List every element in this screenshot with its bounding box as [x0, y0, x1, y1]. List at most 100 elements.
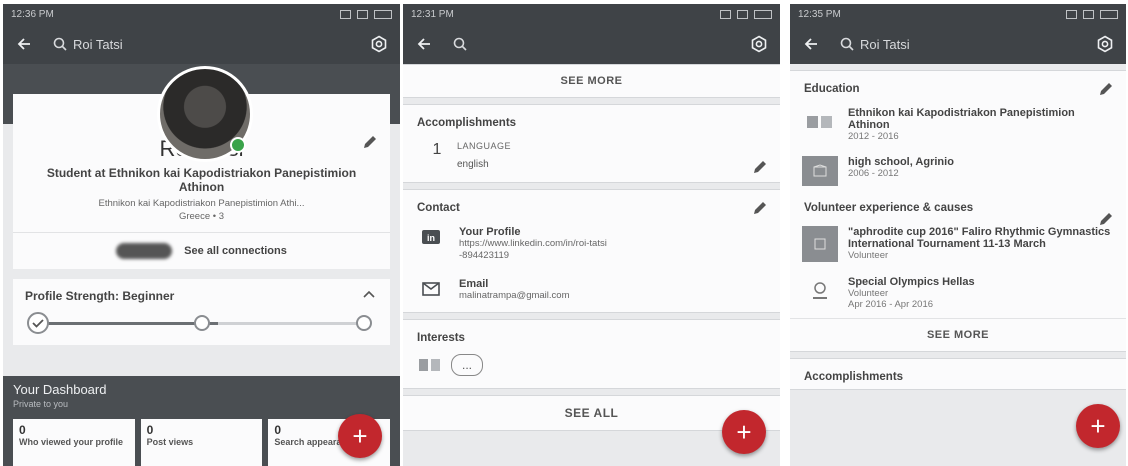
- search-icon: [53, 37, 67, 51]
- toolbar: [403, 24, 780, 64]
- university-logo-icon: [802, 107, 838, 137]
- edit-pencil-icon[interactable]: [752, 200, 768, 216]
- settings-gear-icon[interactable]: [368, 33, 390, 55]
- profile-location: Greece • 3: [178, 211, 225, 222]
- see-more-link[interactable]: SEE MORE: [403, 65, 780, 97]
- accomplishment-count: 1: [432, 141, 442, 158]
- volunteer-dates: Apr 2016 - Apr 2016: [848, 299, 934, 310]
- stat-label: Post views: [146, 437, 194, 447]
- volunteer-title: Volunteer experience & causes: [804, 202, 974, 214]
- status-bar: 12:36 PM: [3, 4, 400, 24]
- stat-tile[interactable]: 0 Post views: [140, 419, 263, 466]
- toolbar: Roi Tatsi: [3, 24, 400, 64]
- edit-pencil-icon[interactable]: [362, 134, 378, 150]
- add-fab-button[interactable]: +: [1076, 404, 1120, 448]
- connections-count-blurred: [116, 243, 173, 259]
- education-school: high school, Agrinio: [848, 156, 954, 168]
- education-dates: 2012 - 2016: [848, 131, 899, 142]
- stat-tile[interactable]: 0 Who viewed your profile: [13, 419, 135, 466]
- search-icon: [840, 37, 854, 51]
- accomplishment-language-row[interactable]: 1 LANGUAGE english: [403, 135, 780, 182]
- strength-marker-icon: [356, 315, 372, 331]
- check-circle-icon: [27, 312, 49, 334]
- dashboard-stats: 0 Who viewed your profile 0 Post views 0…: [13, 419, 391, 466]
- dashboard-subtitle: Private to you: [13, 399, 69, 409]
- school-logo-icon: [802, 156, 838, 186]
- back-arrow-icon[interactable]: [800, 33, 822, 55]
- strength-marker-icon: [194, 315, 211, 331]
- contact-profile-url[interactable]: https://www.linkedin.com/in/roi-tatsi: [459, 238, 607, 250]
- contact-email-value[interactable]: malinatrampa@gmail.com: [459, 290, 569, 302]
- accomplishment-value: english: [457, 159, 489, 170]
- settings-gear-icon[interactable]: [748, 33, 770, 55]
- envelope-icon: [417, 278, 445, 297]
- status-icons: [1066, 9, 1118, 19]
- search-icon: [453, 37, 467, 51]
- contact-profile-title: Your Profile: [459, 226, 521, 238]
- see-connections-link[interactable]: See all connections: [184, 245, 287, 257]
- back-arrow-icon[interactable]: [13, 33, 35, 55]
- online-status-dot: [229, 137, 246, 153]
- status-time: 12:36 PM: [11, 8, 54, 20]
- stat-label: Who viewed your profile: [19, 437, 124, 447]
- edit-pencil-icon[interactable]: [1098, 211, 1114, 227]
- profile-strength-card: Profile Strength: Beginner: [13, 279, 390, 345]
- volunteer-item[interactable]: "aphrodite cup 2016" Faliro Rhythmic Gym…: [790, 220, 1126, 270]
- profile-screen-bottom: 12:35 PM Roi Tatsi Education Ethnikon ka…: [790, 4, 1126, 466]
- university-logo-icon[interactable]: [417, 356, 443, 374]
- education-item[interactable]: Ethnikon kai Kapodistriakon Panepistimio…: [790, 101, 1126, 150]
- profile-strength-meter: [25, 312, 378, 334]
- profile-headline: Student at Ethnikon kai Kapodistriakon P…: [46, 166, 357, 194]
- dashboard-section: Your Dashboard Private to you 0 Who view…: [3, 376, 400, 466]
- profile-strength-title: Profile Strength: Beginner: [25, 289, 175, 303]
- accomplishments-card: Accomplishments: [790, 358, 1126, 390]
- volunteer-role: Volunteer: [848, 250, 889, 261]
- volunteer-organization: Special Olympics Hellas: [848, 276, 975, 288]
- contact-email-row[interactable]: Email malinatrampa@gmail.com: [403, 272, 780, 312]
- profile-strength-fill: [37, 322, 218, 325]
- special-olympics-logo-icon: [802, 276, 838, 306]
- search-text: Roi Tatsi: [860, 36, 910, 52]
- contact-profile-url-cont[interactable]: -894423119: [459, 250, 607, 262]
- organization-logo-icon: [802, 226, 838, 262]
- dashboard-title: Your Dashboard: [13, 382, 107, 397]
- add-fab-button[interactable]: +: [722, 410, 766, 454]
- search-text: Roi Tatsi: [73, 36, 123, 52]
- accomplishment-label: LANGUAGE: [457, 141, 512, 151]
- status-icons: [340, 9, 392, 19]
- education-item[interactable]: high school, Agrinio 2006 - 2012: [790, 150, 1126, 194]
- see-more-card: SEE MORE: [403, 64, 780, 98]
- education-dates: 2006 - 2012: [848, 168, 899, 179]
- see-more-link[interactable]: SEE MORE: [790, 318, 1126, 351]
- profile-school: Ethnikon kai Kapodistriakon Panepistimio…: [98, 198, 305, 209]
- avatar[interactable]: [156, 66, 253, 162]
- volunteer-organization: "aphrodite cup 2016" Faliro Rhythmic Gym…: [848, 226, 1111, 250]
- edit-pencil-icon[interactable]: [1098, 81, 1114, 97]
- settings-gear-icon[interactable]: [1094, 33, 1116, 55]
- back-arrow-icon[interactable]: [413, 33, 435, 55]
- see-connections-row[interactable]: See all connections: [13, 232, 390, 269]
- accomplishments-title: Accomplishments: [417, 117, 517, 129]
- education-title: Education: [804, 83, 860, 95]
- contact-profile-row[interactable]: in Your Profile https://www.linkedin.com…: [403, 220, 780, 272]
- interests-row: ...: [403, 350, 780, 388]
- profile-screen-top: 12:36 PM Roi Tatsi Roi Tatsi Student at …: [3, 4, 400, 466]
- add-fab-button[interactable]: +: [338, 414, 382, 458]
- toolbar: Roi Tatsi: [790, 24, 1126, 64]
- education-school: Ethnikon kai Kapodistriakon Panepistimio…: [848, 107, 1075, 131]
- search-bar[interactable]: Roi Tatsi: [840, 37, 1094, 52]
- education-card: Education Ethnikon kai Kapodistriakon Pa…: [790, 70, 1126, 352]
- accomplishments-card: Accomplishments 1 LANGUAGE english: [403, 104, 780, 183]
- search-bar[interactable]: Roi Tatsi: [53, 37, 368, 52]
- more-interests-button[interactable]: ...: [451, 354, 483, 376]
- volunteer-item[interactable]: Special Olympics Hellas Volunteer Apr 20…: [790, 270, 1126, 318]
- stat-number: 0: [146, 423, 154, 437]
- chevron-up-icon[interactable]: [362, 289, 376, 299]
- profile-screen-middle: 12:31 PM SEE MORE Accomplishments 1 LANG…: [403, 4, 780, 466]
- search-bar[interactable]: [453, 37, 748, 51]
- volunteer-role: Volunteer: [848, 288, 889, 299]
- edit-pencil-icon[interactable]: [752, 159, 768, 175]
- contact-card: Contact in Your Profile https://www.link…: [403, 189, 780, 313]
- accomplishments-title: Accomplishments: [804, 371, 904, 383]
- interests-title: Interests: [417, 332, 465, 344]
